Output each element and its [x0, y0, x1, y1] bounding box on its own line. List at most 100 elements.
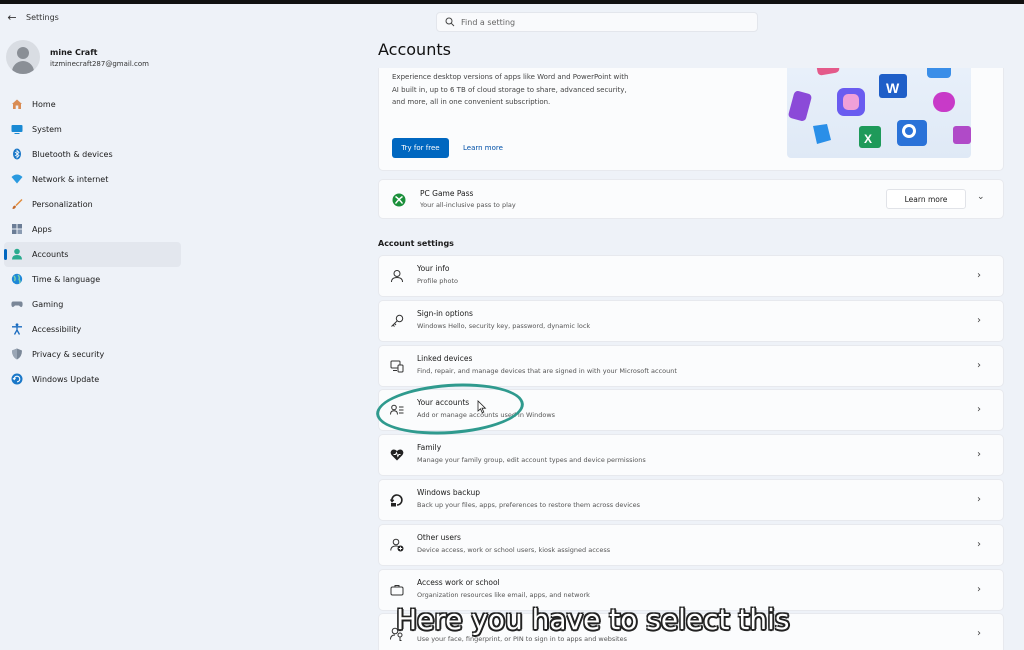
sidebar-item-accessibility[interactable]: Accessibility — [4, 317, 181, 342]
gamepad-icon — [11, 301, 23, 308]
sidebar-item-home[interactable]: Home — [4, 92, 181, 117]
network-icon — [11, 174, 23, 184]
row-other-users[interactable]: Other users Device access, work or schoo… — [378, 524, 1004, 566]
chevron-right-icon: › — [977, 404, 981, 415]
sidebar-item-label: Time & language — [32, 275, 101, 284]
row-subtitle: Organization resources like email, apps,… — [417, 591, 590, 599]
video-caption: Here you have to select this — [396, 603, 790, 636]
sidebar-item-time-language[interactable]: Time & language — [4, 267, 181, 292]
chevron-right-icon: › — [977, 584, 981, 595]
sidebar-item-label: Accessibility — [32, 325, 82, 334]
sidebar-item-network[interactable]: Network & internet — [4, 167, 181, 192]
pc-game-pass-card[interactable]: PC Game Pass Your all-inclusive pass to … — [378, 179, 1004, 219]
search-icon — [445, 17, 455, 27]
sidebar-item-label: System — [32, 125, 62, 134]
row-linked-devices[interactable]: Linked devices Find, repair, and manage … — [378, 345, 1004, 387]
row-subtitle: Device access, work or school users, kio… — [417, 546, 611, 554]
row-title: Windows backup — [417, 488, 480, 497]
page-title: Accounts — [378, 40, 451, 59]
row-title: Linked devices — [417, 354, 473, 363]
row-subtitle: Find, repair, and manage devices that ar… — [417, 367, 677, 375]
profile-name: mine Craft — [50, 48, 98, 57]
sidebar-item-gaming[interactable]: Gaming — [4, 292, 181, 317]
sidebar-item-label: Privacy & security — [32, 350, 105, 359]
game-pass-title: PC Game Pass — [420, 189, 474, 198]
title-bar: ← Settings — [0, 4, 1024, 34]
chevron-down-icon[interactable]: ⌄ — [977, 192, 985, 202]
sidebar-item-bluetooth[interactable]: Bluetooth & devices — [4, 142, 181, 167]
app-title: Settings — [26, 13, 59, 22]
xbox-icon — [392, 193, 406, 207]
profile-email: itzminecraft287@gmail.com — [50, 60, 149, 68]
accounts-icon — [12, 248, 22, 260]
row-subtitle: Windows Hello, security key, password, d… — [417, 322, 591, 330]
home-icon — [12, 99, 22, 109]
microsoft-365-apps-image: W X — [787, 68, 971, 158]
row-subtitle: Back up your files, apps, preferences to… — [417, 501, 640, 509]
svg-text:W: W — [886, 80, 900, 96]
row-family[interactable]: Family Manage your family group, edit ac… — [378, 434, 1004, 476]
chevron-right-icon: › — [977, 449, 981, 460]
bluetooth-icon — [13, 148, 21, 160]
office-apps-illustration: W X — [788, 68, 971, 148]
row-title: Access work or school — [417, 578, 500, 587]
briefcase-icon — [390, 585, 404, 596]
row-your-info[interactable]: Your info Profile photo › — [378, 255, 1004, 297]
sidebar-item-label: Personalization — [32, 200, 93, 209]
try-for-free-button[interactable]: Try for free — [392, 138, 449, 158]
person-icon — [391, 270, 403, 283]
sidebar-item-apps[interactable]: Apps — [4, 217, 181, 242]
promo-learn-more-link[interactable]: Learn more — [463, 144, 503, 152]
sidebar-item-privacy[interactable]: Privacy & security — [4, 342, 181, 367]
account-settings-heading: Account settings — [378, 239, 454, 248]
family-heart-icon — [390, 449, 404, 461]
row-windows-backup[interactable]: Windows backup Back up your files, apps,… — [378, 479, 1004, 521]
microsoft-365-promo-card: Experience desktop versions of apps like… — [378, 68, 1004, 171]
row-title: Family — [417, 443, 442, 452]
game-pass-learn-more-button[interactable]: Learn more — [886, 189, 966, 209]
user-profile[interactable]: mine Craft itzminecraft287@gmail.com — [6, 40, 181, 80]
chevron-right-icon: › — [977, 539, 981, 550]
row-title: Other users — [417, 533, 461, 542]
sidebar-item-label: Apps — [32, 225, 52, 234]
sidebar-nav: Home System Bluetooth & devices Network … — [4, 92, 181, 392]
game-pass-subtitle: Your all-inclusive pass to play — [420, 201, 516, 209]
sidebar-item-label: Home — [32, 100, 56, 109]
chevron-right-icon: › — [977, 628, 981, 639]
sidebar-item-system[interactable]: System — [4, 117, 181, 142]
sidebar-item-label: Gaming — [32, 300, 64, 309]
mouse-pointer-icon — [477, 400, 487, 414]
system-icon — [11, 125, 23, 134]
main-content: Experience desktop versions of apps like… — [378, 68, 1004, 650]
chevron-right-icon: › — [977, 494, 981, 505]
accessibility-icon — [12, 323, 22, 335]
brush-icon — [12, 199, 23, 209]
avatar — [6, 40, 40, 74]
chevron-right-icon: › — [977, 270, 981, 281]
sidebar-item-label: Bluetooth & devices — [32, 150, 113, 159]
sidebar-item-windows-update[interactable]: Windows Update — [4, 367, 181, 392]
search-box[interactable] — [436, 12, 758, 32]
chevron-right-icon: › — [977, 315, 981, 326]
key-icon — [391, 314, 404, 327]
sidebar-item-label: Network & internet — [32, 175, 109, 184]
row-title: Your info — [417, 264, 450, 273]
promo-description: Experience desktop versions of apps like… — [392, 73, 629, 106]
row-subtitle: Use your face, fingerprint, or PIN to si… — [417, 635, 627, 643]
search-input[interactable] — [461, 15, 751, 30]
update-icon — [11, 373, 23, 385]
devices-icon — [390, 360, 404, 373]
row-subtitle: Manage your family group, edit account t… — [417, 456, 646, 464]
sidebar-item-personalization[interactable]: Personalization — [4, 192, 181, 217]
row-sign-in-options[interactable]: Sign-in options Windows Hello, security … — [378, 300, 1004, 342]
backup-icon — [390, 494, 403, 507]
svg-text:X: X — [864, 132, 872, 146]
back-button[interactable]: ← — [4, 10, 20, 26]
sidebar-item-label: Accounts — [32, 250, 69, 259]
apps-icon — [12, 224, 22, 234]
row-title: Sign-in options — [417, 309, 473, 318]
add-user-icon — [390, 538, 404, 552]
chevron-right-icon: › — [977, 360, 981, 371]
sidebar-item-label: Windows Update — [32, 375, 100, 384]
sidebar-item-accounts[interactable]: Accounts — [4, 242, 181, 267]
